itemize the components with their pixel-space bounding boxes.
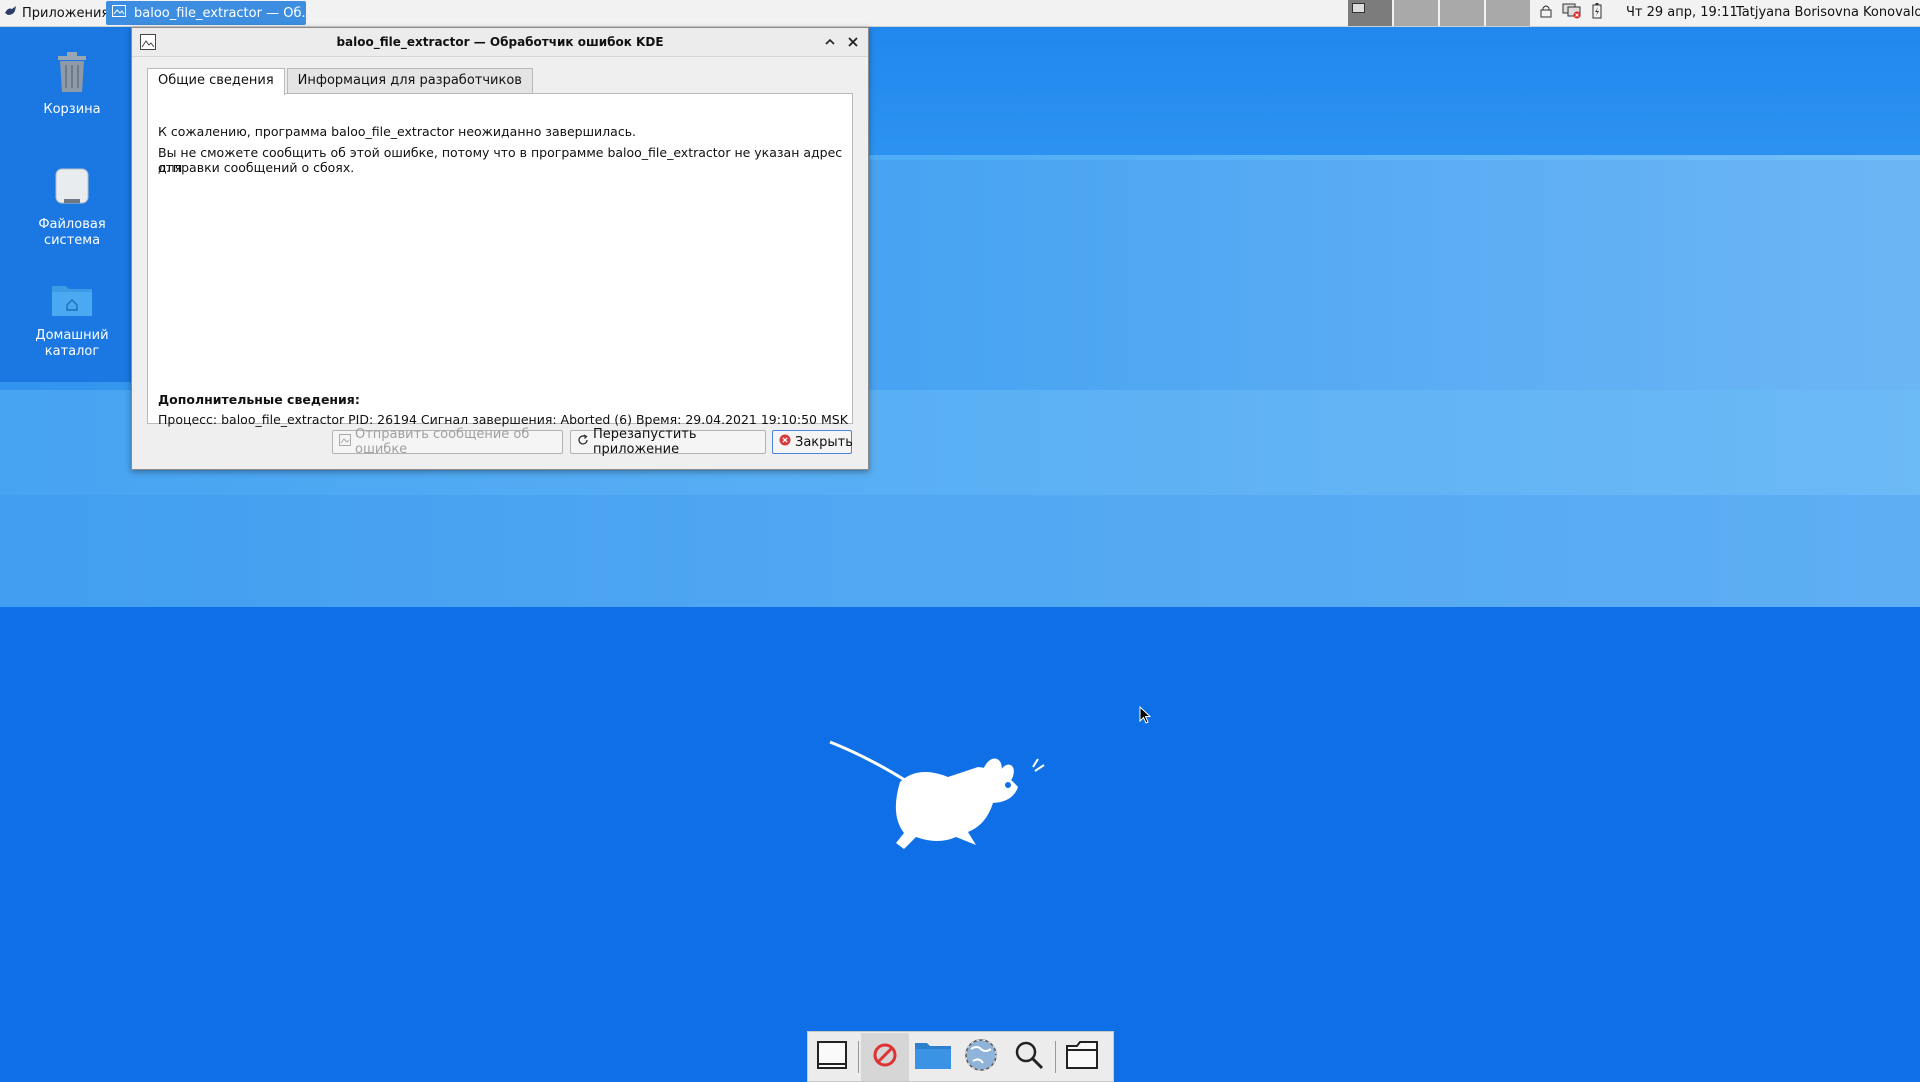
tab-developer-info[interactable]: Информация для разработчиков	[286, 68, 533, 93]
desktop-icon-label: Корзина	[43, 102, 101, 117]
dock-separator	[1055, 1040, 1056, 1073]
desktop-icon-trash[interactable]: Корзина	[17, 50, 127, 118]
window-titlebar[interactable]: baloo_file_extractor — Обработчик ошибок…	[132, 28, 868, 57]
report-bug-label: Отправить сообщение об ошибке	[355, 427, 530, 457]
dock-item-show-desktop[interactable]	[808, 1033, 856, 1081]
system-tray	[1540, 0, 1602, 26]
close-label: Закрыть	[795, 434, 853, 450]
taskbar-button-crash-handler[interactable]: baloo_file_extractor — Об...	[106, 1, 306, 25]
mouse-cursor-icon	[1139, 705, 1152, 728]
dock-item-web-browser[interactable]	[957, 1033, 1005, 1081]
workspace-4[interactable]	[1486, 0, 1530, 26]
blocked-icon	[872, 1042, 898, 1072]
desktop-icon-home[interactable]: Домашний каталог	[17, 280, 127, 360]
window-app-icon	[112, 5, 126, 21]
search-icon	[1013, 1039, 1045, 1075]
folder-icon	[1065, 1040, 1099, 1074]
details-heading: Дополнительные сведения:	[158, 392, 360, 407]
dock-item-folder[interactable]	[1058, 1033, 1106, 1081]
lock-icon[interactable]	[1540, 4, 1552, 22]
workspace-3[interactable]	[1440, 0, 1484, 26]
trash-icon	[52, 52, 92, 98]
report-unavailable-message-line2: отправки сообщений о сбоях.	[158, 160, 355, 175]
dock-item-blocked[interactable]	[861, 1032, 909, 1081]
restart-app-label: Перезапустить приложение	[593, 427, 697, 457]
crash-handler-window: baloo_file_extractor — Обработчик ошибок…	[131, 27, 869, 470]
report-bug-button[interactable]: Отправить сообщение об ошибке	[332, 427, 563, 457]
workspace-2[interactable]	[1394, 0, 1438, 26]
window-title: baloo_file_extractor — Обработчик ошибок…	[336, 35, 664, 49]
desktop-icon-label: Файловая система	[38, 217, 106, 248]
crash-message: К сожалению, программа baloo_file_extrac…	[158, 124, 637, 139]
xfce-mouse-logo	[828, 737, 1050, 861]
restart-app-button[interactable]: Перезапустить приложение	[570, 427, 766, 457]
applications-menu-label: Приложения	[22, 5, 110, 21]
minimize-button[interactable]	[822, 34, 838, 50]
drive-icon	[52, 168, 92, 213]
terminal-icon	[816, 1040, 848, 1074]
close-window-button[interactable]	[845, 34, 861, 50]
workspace-switcher	[1348, 0, 1532, 26]
details-text: Процесс: baloo_file_extractor PID: 26194…	[158, 412, 848, 427]
tab-general[interactable]: Общие сведения	[147, 68, 285, 95]
bug-report-icon	[339, 434, 351, 450]
file-manager-icon	[913, 1039, 953, 1075]
refresh-icon	[577, 434, 589, 450]
panel-user-name[interactable]: Tatjyana Borisovna Konovalova	[1736, 0, 1920, 26]
workspace-1[interactable]	[1348, 0, 1392, 26]
taskbar-button-label: baloo_file_extractor — Об...	[134, 5, 306, 21]
tab-bar: Общие сведения Информация для разработчи…	[147, 68, 535, 95]
home-folder-icon	[50, 286, 94, 324]
top-panel: Приложения ⋮ baloo_file_extractor — Об..…	[0, 0, 1920, 27]
dock-item-file-manager[interactable]	[909, 1033, 957, 1081]
desktop-icon-label: Домашний каталог	[35, 328, 109, 359]
battery-charging-icon[interactable]	[1592, 3, 1602, 23]
dock-item-search[interactable]	[1005, 1033, 1053, 1081]
general-info-panel: К сожалению, программа baloo_file_extrac…	[147, 93, 853, 427]
close-circle-icon	[779, 434, 791, 450]
network-disconnected-icon[interactable]	[1562, 3, 1582, 23]
xfce-logo-icon	[4, 4, 18, 22]
workspace-window-thumbnail	[1352, 3, 1365, 13]
web-browser-icon	[963, 1037, 999, 1077]
desktop-icon-filesystem[interactable]: Файловая система	[17, 165, 127, 249]
close-button[interactable]: Закрыть	[772, 430, 853, 454]
panel-clock[interactable]: Чт 29 апр, 19:11	[1626, 0, 1738, 26]
dock-separator	[858, 1040, 859, 1073]
bottom-dock	[807, 1031, 1114, 1082]
